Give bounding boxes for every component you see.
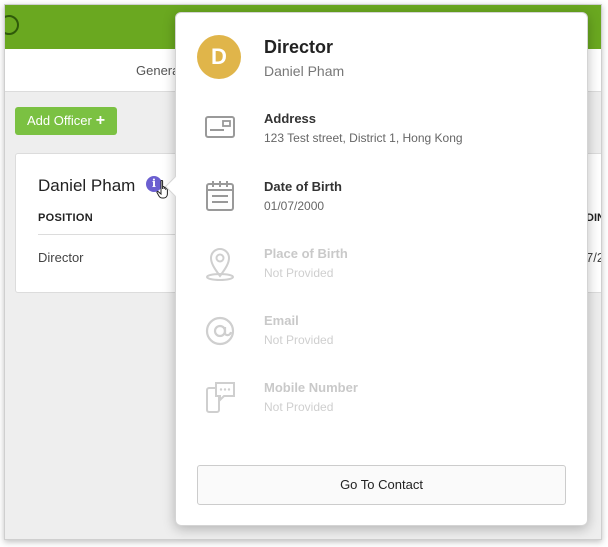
plus-icon: +	[95, 112, 106, 129]
detail-address: Address 123 Test street, District 1, Hon…	[176, 111, 587, 161]
detail-value: Not Provided	[264, 333, 334, 347]
detail-label: Email	[264, 313, 299, 328]
position-column-header: POSITION	[38, 212, 93, 224]
officer-details-popover: D Director Daniel Pham Address 123 Test …	[164, 12, 588, 526]
popover-title: Director	[264, 37, 334, 57]
location-pin-icon	[206, 248, 234, 281]
tab-general[interactable]: Genera	[136, 63, 179, 78]
detail-value: Not Provided	[264, 400, 334, 414]
detail-value: 01/07/2000	[264, 199, 325, 213]
officer-name: Daniel Pham	[38, 176, 136, 195]
detail-label: Place of Birth	[264, 246, 348, 261]
right-column-header: DIN	[586, 212, 601, 224]
calendar-icon	[206, 181, 234, 211]
detail-email: Email Not Provided	[176, 313, 587, 363]
go-to-contact-button[interactable]: Go To Contact	[197, 465, 566, 505]
detail-date-of-birth: Date of Birth 01/07/2000	[176, 179, 587, 229]
detail-label: Address	[264, 111, 317, 126]
detail-label: Mobile Number	[264, 380, 358, 395]
at-sign-icon	[205, 316, 235, 346]
detail-place-of-birth: Place of Birth Not Provided	[176, 246, 587, 296]
address-card-icon	[205, 116, 235, 138]
detail-mobile-number: Mobile Number Not Provided	[176, 380, 587, 430]
detail-value: Not Provided	[264, 266, 334, 280]
menu-circle-icon[interactable]	[5, 15, 19, 35]
popover-subtitle: Daniel Pham	[264, 63, 345, 79]
mobile-chat-icon	[206, 382, 235, 413]
detail-value: 123 Test street, District 1, Hong Kong	[264, 131, 463, 145]
avatar: D	[197, 35, 241, 79]
right-cell: 7/2	[586, 250, 601, 265]
add-officer-button[interactable]: Add Officer +	[15, 107, 118, 135]
detail-label: Date of Birth	[264, 179, 342, 194]
position-cell: Director	[38, 250, 84, 265]
add-officer-label: Add Officer	[27, 113, 92, 128]
